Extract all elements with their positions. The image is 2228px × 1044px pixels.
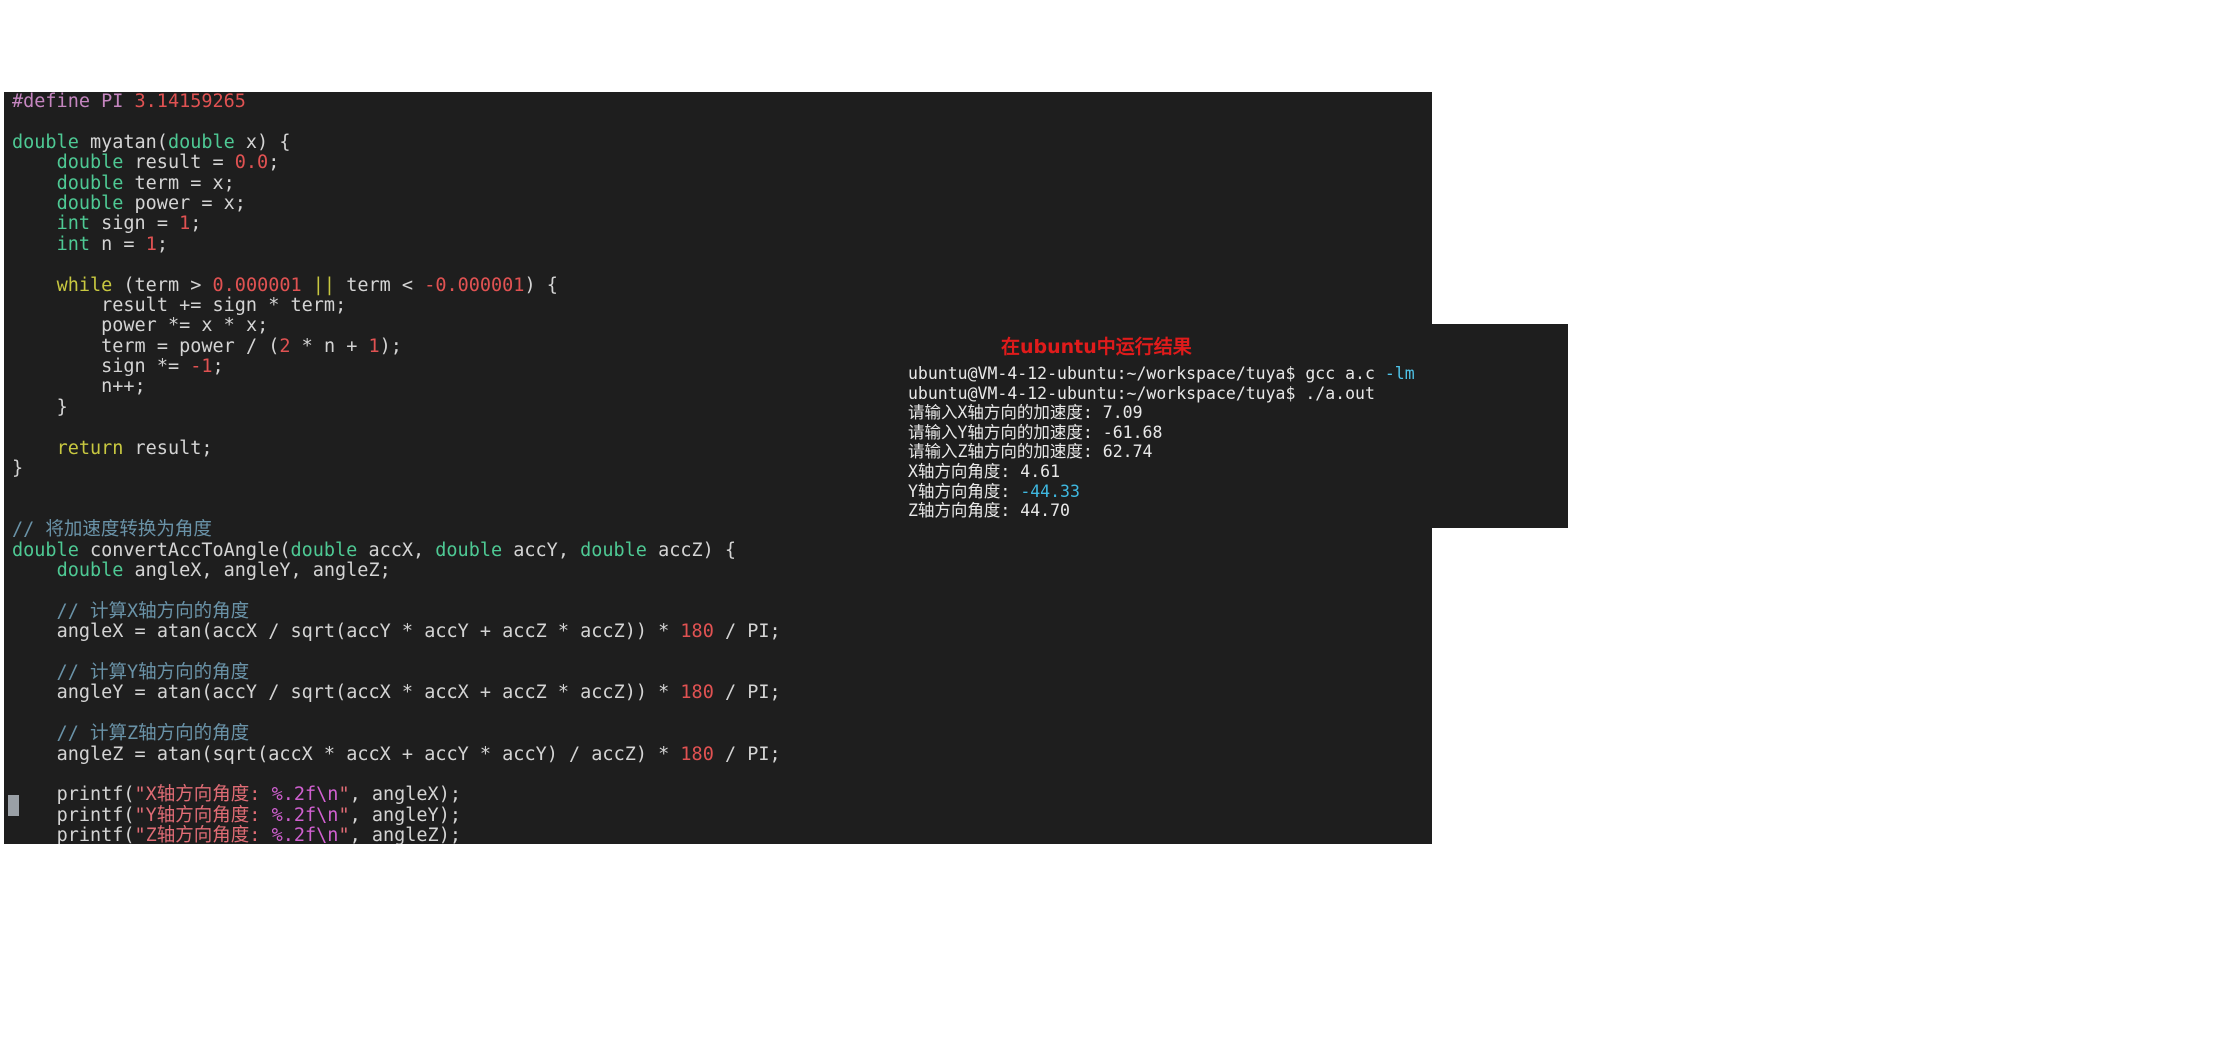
code-line: printf("Z轴方向角度: %.2f\n", angleZ);: [56, 825, 461, 844]
code-line: // 将加速度转换为角度: [12, 519, 212, 541]
terminal-text: ubuntu@VM-4-12-ubuntu:~/workspace/tuya$ …: [908, 383, 1375, 403]
terminal-text: ubuntu@VM-4-12-ubuntu:~/workspace/tuya$ …: [908, 364, 1385, 383]
code-line: term = power / (2 * n + 1);: [101, 335, 402, 357]
code-line: printf("Y轴方向角度: %.2f\n", angleY);: [56, 804, 461, 826]
terminal-text: Y轴方向角度:: [908, 481, 1021, 501]
code-line: while (term > 0.000001 || term < -0.0000…: [56, 274, 558, 296]
code-line: angleY = atan(accY / sqrt(accX * accX + …: [56, 682, 781, 704]
editor-cursor-marker: [8, 795, 19, 816]
terminal-line: Z轴方向角度: 44.70: [908, 501, 1415, 521]
terminal-line: Y轴方向角度: -44.33: [908, 482, 1415, 502]
terminal-text: X轴方向角度: 4.61: [908, 461, 1061, 481]
terminal-title: 在ubuntu中运行结果: [1001, 336, 1192, 358]
code-line: // 计算Y轴方向的角度: [12, 661, 250, 683]
code-line: double result = 0.0;: [56, 152, 280, 174]
code-line: double convertAccToAngle(double accX, do…: [12, 539, 737, 561]
code-content[interactable]: #define PI 3.14159265 double myatan(doub…: [4, 92, 781, 844]
code-line: angleZ = atan(sqrt(accX * accX + accY * …: [56, 743, 781, 765]
terminal-text: 请输入X轴方向的加速度: 7.09: [908, 403, 1143, 423]
terminal-body[interactable]: ubuntu@VM-4-12-ubuntu:~/workspace/tuya$ …: [908, 364, 1415, 521]
code-line: double myatan(double x) {: [12, 131, 291, 153]
terminal-line: ubuntu@VM-4-12-ubuntu:~/workspace/tuya$ …: [908, 364, 1415, 384]
code-line: return result;: [56, 437, 213, 459]
terminal-line: ubuntu@VM-4-12-ubuntu:~/workspace/tuya$ …: [908, 384, 1415, 404]
code-line: double angleX, angleY, angleZ;: [56, 559, 391, 581]
code-line: }: [56, 396, 68, 418]
terminal-highlighted-value: -44.33: [1020, 481, 1080, 501]
terminal-text: 请输入Y轴方向的加速度: -61.68: [908, 422, 1163, 442]
code-line: angleX = atan(accX / sqrt(accY * accY + …: [56, 621, 781, 643]
terminal-text: Z轴方向角度: 44.70: [908, 501, 1070, 521]
code-line: result += sign * term;: [101, 294, 347, 316]
terminal-text: 请输入Z轴方向的加速度: 62.74: [908, 442, 1153, 462]
code-line: int sign = 1;: [56, 213, 202, 235]
code-line: double term = x;: [56, 172, 235, 194]
code-line: // 计算X轴方向的角度: [12, 600, 250, 622]
code-line: // 计算Z轴方向的角度: [12, 723, 250, 745]
code-line: n++;: [101, 376, 146, 398]
code-line: printf("X轴方向角度: %.2f\n", angleX);: [56, 784, 461, 806]
terminal-line: 请输入Y轴方向的加速度: -61.68: [908, 423, 1415, 443]
terminal-line: X轴方向角度: 4.61: [908, 462, 1415, 482]
terminal-output-panel[interactable]: 在ubuntu中运行结果 ubuntu@VM-4-12-ubuntu:~/wor…: [888, 324, 1568, 528]
code-line: double power = x;: [56, 192, 246, 214]
code-line: int n = 1;: [56, 233, 168, 255]
code-line: }: [12, 458, 24, 480]
terminal-line: 请输入X轴方向的加速度: 7.09: [908, 403, 1415, 423]
terminal-compiler-flag: -lm: [1384, 364, 1415, 383]
code-line: #define PI 3.14159265: [12, 92, 246, 112]
terminal-line: 请输入Z轴方向的加速度: 62.74: [908, 442, 1415, 462]
code-line: sign *= -1;: [101, 356, 224, 378]
code-line: power *= x * x;: [101, 315, 269, 337]
